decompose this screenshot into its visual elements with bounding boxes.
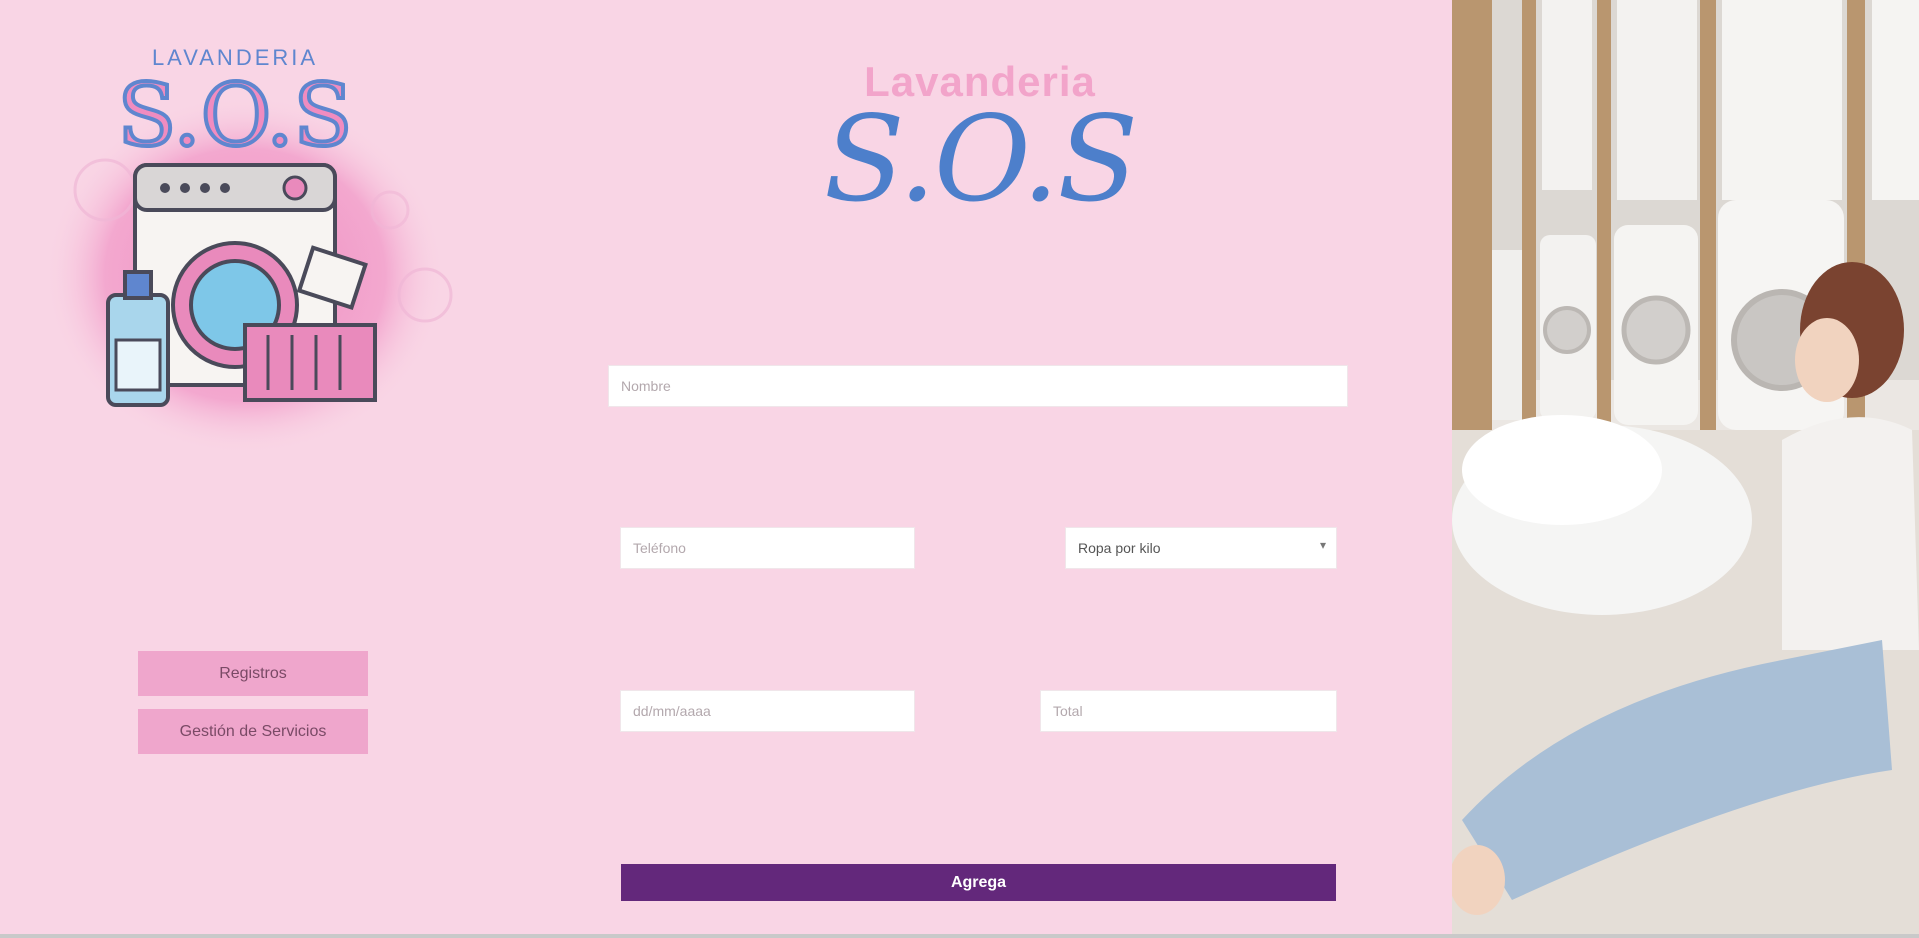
registros-button[interactable]: Registros	[138, 651, 368, 696]
nombre-input[interactable]	[608, 365, 1348, 407]
page-bottom-border	[0, 934, 1919, 938]
laundromat-photo	[1452, 0, 1919, 938]
telefono-input[interactable]	[620, 527, 915, 569]
agrega-button[interactable]: Agrega	[621, 864, 1336, 901]
total-input[interactable]	[1040, 690, 1337, 732]
gestion-servicios-button[interactable]: Gestión de Servicios	[138, 709, 368, 754]
brand-title: S.O.S	[823, 90, 1138, 228]
page: LAVANDERIA S.O.S Registros Gestión de Se…	[0, 0, 1919, 938]
tipo-ropa-select[interactable]: Ropa por kilo	[1065, 527, 1337, 569]
laundry-logo: LAVANDERIA S.O.S	[45, 45, 453, 455]
fecha-ingreso-input[interactable]	[620, 690, 915, 732]
logo-big-text: S.O.S	[118, 66, 353, 166]
